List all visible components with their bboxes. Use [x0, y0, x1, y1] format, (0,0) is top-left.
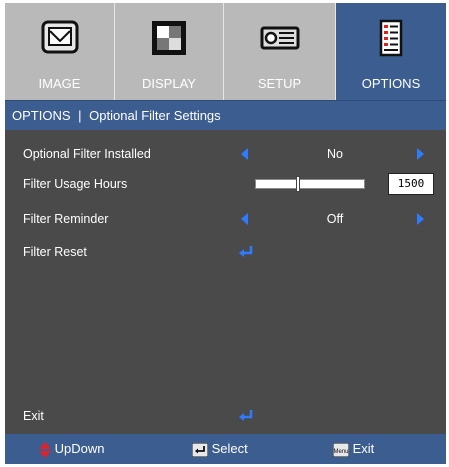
left-arrow-icon[interactable] [241, 148, 248, 160]
row-optional-filter-installed[interactable]: Optional Filter Installed No [5, 139, 446, 169]
projector-icon [260, 26, 299, 50]
filter-usage-hours-value: 1500 [388, 173, 434, 195]
tab-options[interactable]: OPTIONS [336, 3, 446, 100]
breadcrumb-section: OPTIONS [12, 108, 71, 123]
row-filter-reminder[interactable]: Filter Reminder Off [5, 204, 446, 234]
updown-icon [39, 441, 51, 458]
tab-label: IMAGE [38, 76, 81, 91]
enter-key-icon [191, 442, 209, 458]
row-label: Filter Reminder [23, 212, 109, 226]
tab-image[interactable]: IMAGE [5, 3, 114, 100]
breadcrumb: OPTIONS | Optional Filter Settings [5, 100, 446, 130]
options-icon [379, 19, 403, 57]
display-icon [152, 21, 186, 55]
hint-exit-label: Exit [352, 441, 375, 456]
row-exit[interactable]: Exit [5, 401, 446, 431]
row-label: Optional Filter Installed [23, 147, 151, 161]
row-label: Filter Reset [23, 245, 87, 259]
enter-icon[interactable] [237, 408, 255, 424]
hint-select-label: Select [211, 441, 248, 456]
right-arrow-icon[interactable] [417, 148, 424, 160]
row-filter-reset[interactable]: Filter Reset [5, 237, 446, 267]
menu-key-icon: Menu [332, 442, 350, 458]
right-arrow-icon[interactable] [417, 213, 424, 225]
image-icon [41, 20, 78, 54]
hint-updown: UpDown [39, 434, 104, 464]
filter-reminder-value: Off [326, 212, 344, 226]
filter-installed-value: No [327, 147, 343, 161]
footer-hint-bar: UpDown Select Menu Exit [5, 434, 446, 464]
slider-thumb[interactable] [296, 176, 300, 192]
tab-label: OPTIONS [361, 76, 421, 91]
filter-usage-slider[interactable] [255, 176, 365, 192]
row-label: Exit [23, 409, 44, 423]
hint-select: Select [191, 434, 248, 464]
enter-icon[interactable] [237, 244, 255, 260]
hint-updown-label: UpDown [54, 441, 105, 456]
tab-setup[interactable]: SETUP [224, 3, 335, 100]
row-filter-usage-hours[interactable]: Filter Usage Hours 1500 [5, 169, 446, 199]
hint-exit: Menu Exit [332, 434, 375, 464]
tab-label: DISPLAY [142, 76, 196, 91]
osd-menu: IMAGE DISPLAY SETUP OPTIONS OPTIONS | Op… [5, 3, 446, 464]
tab-label: SETUP [257, 76, 302, 91]
left-arrow-icon[interactable] [241, 213, 248, 225]
tab-display[interactable]: DISPLAY [115, 3, 223, 100]
breadcrumb-page: Optional Filter Settings [89, 108, 221, 123]
svg-text:Menu: Menu [333, 449, 348, 455]
row-label: Filter Usage Hours [23, 177, 128, 191]
breadcrumb-divider: | [78, 108, 82, 123]
